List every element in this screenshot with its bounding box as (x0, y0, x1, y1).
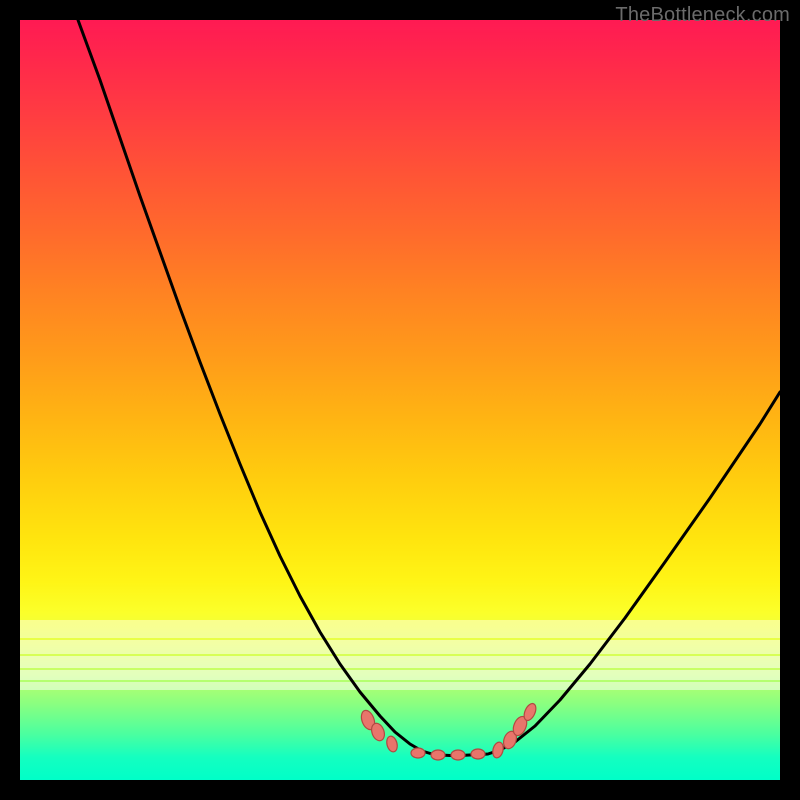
data-marker (385, 735, 399, 753)
chart-frame (20, 20, 780, 780)
data-marker (431, 750, 445, 760)
data-marker (411, 748, 425, 758)
bottleneck-curve (78, 20, 780, 756)
data-marker (471, 749, 485, 759)
watermark-text: TheBottleneck.com (615, 4, 790, 27)
marker-series (359, 702, 538, 760)
plot-svg (20, 20, 780, 780)
curve-series (78, 20, 780, 756)
data-marker (491, 741, 505, 759)
data-marker (451, 750, 465, 760)
